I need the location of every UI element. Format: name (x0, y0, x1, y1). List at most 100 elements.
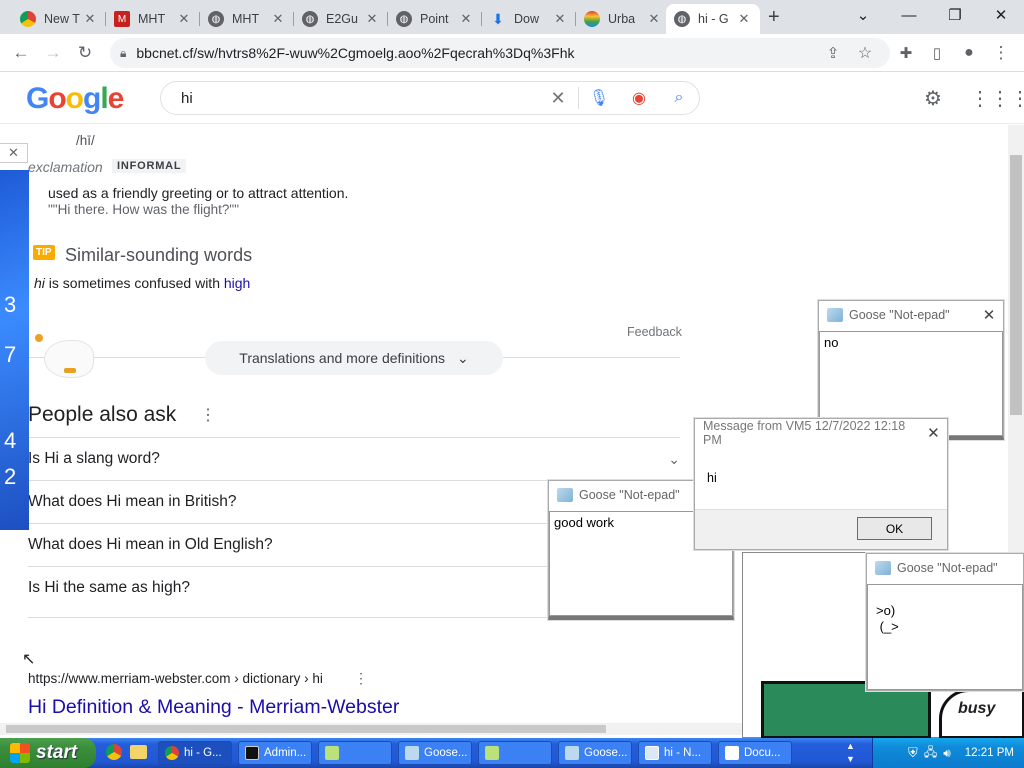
paa-question[interactable]: Is Hi a slang word? ⌄ (28, 437, 680, 480)
close-x-icon[interactable]: ✕ (0, 143, 28, 163)
taskbar-item-app[interactable] (478, 741, 552, 765)
close-icon[interactable]: ✕ (736, 11, 752, 27)
shield-icon[interactable]: ⛨ (908, 745, 918, 761)
system-tray: ⛨ 🖧︎ 🔊︎ 12:21 PM (872, 738, 1024, 768)
tab-search-chevron-icon[interactable]: ⌄ (840, 0, 886, 30)
download-icon: ⬇ (492, 10, 504, 27)
notepad-icon (875, 561, 891, 575)
microphone-icon[interactable]: 🎙︎ (579, 88, 619, 108)
search-icon[interactable]: ⌕ (659, 89, 699, 107)
notepad-text[interactable]: >o) (_> (867, 584, 1023, 690)
new-tab-button[interactable]: + (768, 6, 780, 29)
kebab-icon[interactable]: ⋮ (354, 670, 368, 687)
folder-quicklaunch-icon[interactable] (130, 745, 147, 759)
tab-hi-google[interactable]: ◍ hi - G ✕ (666, 4, 760, 34)
window-titlebar[interactable]: Goose "Not-epad" (867, 554, 1023, 582)
close-icon[interactable]: ✕ (270, 11, 286, 27)
tab-mht-2[interactable]: ◍ MHT ✕ (200, 4, 294, 34)
close-icon[interactable]: ✕ (176, 11, 192, 27)
taskbar-item-goose-1[interactable]: Goose... (398, 741, 472, 765)
forward-arrow-icon[interactable]: → (40, 41, 66, 65)
tab-new-tab[interactable]: New T ✕ (12, 4, 106, 34)
tip-badge: TIP (33, 245, 55, 260)
taskbar-item-notepad[interactable]: hi - N... (638, 741, 712, 765)
taskbar-item-cmd[interactable]: Admin... (238, 741, 312, 765)
address-bar[interactable]: 🔒︎ bbcnet.cf/sw/hvtrs8%2F-wuw%2Cgmoelg.a… (110, 38, 890, 68)
start-button[interactable]: start (0, 738, 96, 768)
chrome-quicklaunch-icon[interactable] (106, 744, 122, 760)
close-icon[interactable]: ✕ (975, 306, 1003, 324)
clock[interactable]: 12:21 PM (965, 747, 1014, 759)
side-panel-icon[interactable]: ▯ (924, 41, 950, 65)
result-title-link[interactable]: Hi Definition & Meaning - Merriam-Webste… (28, 696, 399, 719)
lens-camera-icon[interactable]: ◉ (619, 88, 659, 108)
network-icon[interactable]: 🖧︎ (924, 743, 937, 764)
close-icon[interactable]: ✕ (920, 424, 947, 442)
browser-toolbar: ← → ↻ 🔒︎ bbcnet.cf/sw/hvtrs8%2F-wuw%2Cgm… (0, 34, 1024, 72)
taskbar-item-goose-2[interactable]: Goose... (558, 741, 632, 765)
search-input[interactable]: hi (181, 90, 538, 107)
taskbar-item-app[interactable] (318, 741, 392, 765)
chrome-icon (165, 746, 179, 760)
globe-icon: ◍ (396, 11, 412, 27)
window-titlebar[interactable]: Goose "Not-epad" ✕ (819, 301, 1003, 329)
minimize-button[interactable]: — (886, 0, 932, 30)
menu-kebab-icon[interactable]: ⋮ (988, 41, 1014, 65)
close-icon[interactable]: ✕ (458, 11, 474, 27)
high-link[interactable]: high (224, 275, 250, 291)
chevron-down-icon: ⌄ (668, 450, 680, 467)
profile-avatar-icon[interactable]: ● (956, 41, 982, 65)
bookmark-star-icon[interactable]: ☆ (852, 41, 878, 65)
chevron-down-icon: ⌄ (456, 349, 469, 366)
close-icon[interactable]: ✕ (82, 11, 98, 27)
close-window-button[interactable]: ✕ (978, 0, 1024, 30)
google-header: Google hi ✕ 🎙︎ ◉ ⌕ ⚙ ⋮⋮⋮ (0, 72, 1024, 124)
maximize-button[interactable]: ❐ (932, 0, 978, 30)
globe-icon: ◍ (302, 11, 318, 27)
share-icon[interactable]: ⇪ (820, 41, 846, 65)
note-icon (485, 746, 499, 760)
notepad-icon (645, 746, 659, 760)
tab-download[interactable]: ⬇ Dow ✕ (482, 4, 576, 34)
scrollbar-thumb[interactable] (1010, 155, 1022, 415)
apps-grid-icon[interactable]: ⋮⋮⋮ (970, 86, 1024, 111)
tab-urban[interactable]: Urba ✕ (576, 4, 670, 34)
taskbar-item-document[interactable]: Docu... (718, 741, 792, 765)
cmd-icon (245, 746, 259, 760)
lock-icon: 🔒︎ (120, 45, 127, 60)
taskbar-item-chrome[interactable]: hi - G... (158, 741, 232, 765)
clear-x-icon[interactable]: ✕ (538, 88, 578, 109)
back-arrow-icon[interactable]: ← (8, 41, 34, 65)
extensions-puzzle-icon[interactable]: ✚ (893, 41, 919, 65)
ok-button[interactable]: OK (857, 517, 932, 540)
taskbar-scroll-arrows-icon[interactable]: ▲ ▼ (846, 740, 855, 766)
tab-e2gu[interactable]: ◍ E2Gu ✕ (294, 4, 388, 34)
volume-icon[interactable]: 🔊︎ (943, 746, 951, 761)
definition-example: ""Hi there. How was the flight?"" (48, 202, 239, 217)
pronunciation: /hī/ (76, 133, 95, 148)
tab-point[interactable]: ◍ Point ✕ (388, 4, 482, 34)
globe-icon: ◍ (674, 11, 690, 27)
google-logo[interactable]: Google (26, 82, 124, 116)
close-icon[interactable]: ✕ (364, 11, 380, 27)
close-icon[interactable]: ✕ (646, 11, 662, 27)
note-icon (325, 746, 339, 760)
gmail-icon: M (114, 11, 130, 27)
kebab-icon[interactable]: ⋮ (200, 405, 216, 425)
result-breadcrumb[interactable]: https://www.merriam-webster.com › dictio… (28, 671, 323, 686)
goose-notepad-window[interactable]: Goose "Not-epad" >o) (_> (866, 553, 1024, 691)
people-also-ask-heading: People also ask (28, 403, 177, 426)
close-icon[interactable]: ✕ (552, 11, 568, 27)
notepad-icon (827, 308, 843, 322)
feedback-link[interactable]: Feedback (627, 325, 682, 339)
similar-words-heading: Similar-sounding words (65, 245, 253, 265)
dialog-titlebar[interactable]: Message from VM5 12/7/2022 12:18 PM ✕ (695, 419, 947, 447)
message-dialog[interactable]: Message from VM5 12/7/2022 12:18 PM ✕ hi … (694, 418, 948, 550)
tab-mht-1[interactable]: M MHT ✕ (106, 4, 200, 34)
reload-icon[interactable]: ↻ (72, 41, 98, 65)
register-badge: INFORMAL (112, 159, 187, 173)
settings-gear-icon[interactable]: ⚙ (924, 86, 942, 111)
more-definitions-button[interactable]: Translations and more definitions ⌄ (205, 341, 503, 375)
search-box[interactable]: hi ✕ 🎙︎ ◉ ⌕ (160, 81, 700, 115)
horizontal-scrollbar[interactable] (0, 723, 760, 735)
